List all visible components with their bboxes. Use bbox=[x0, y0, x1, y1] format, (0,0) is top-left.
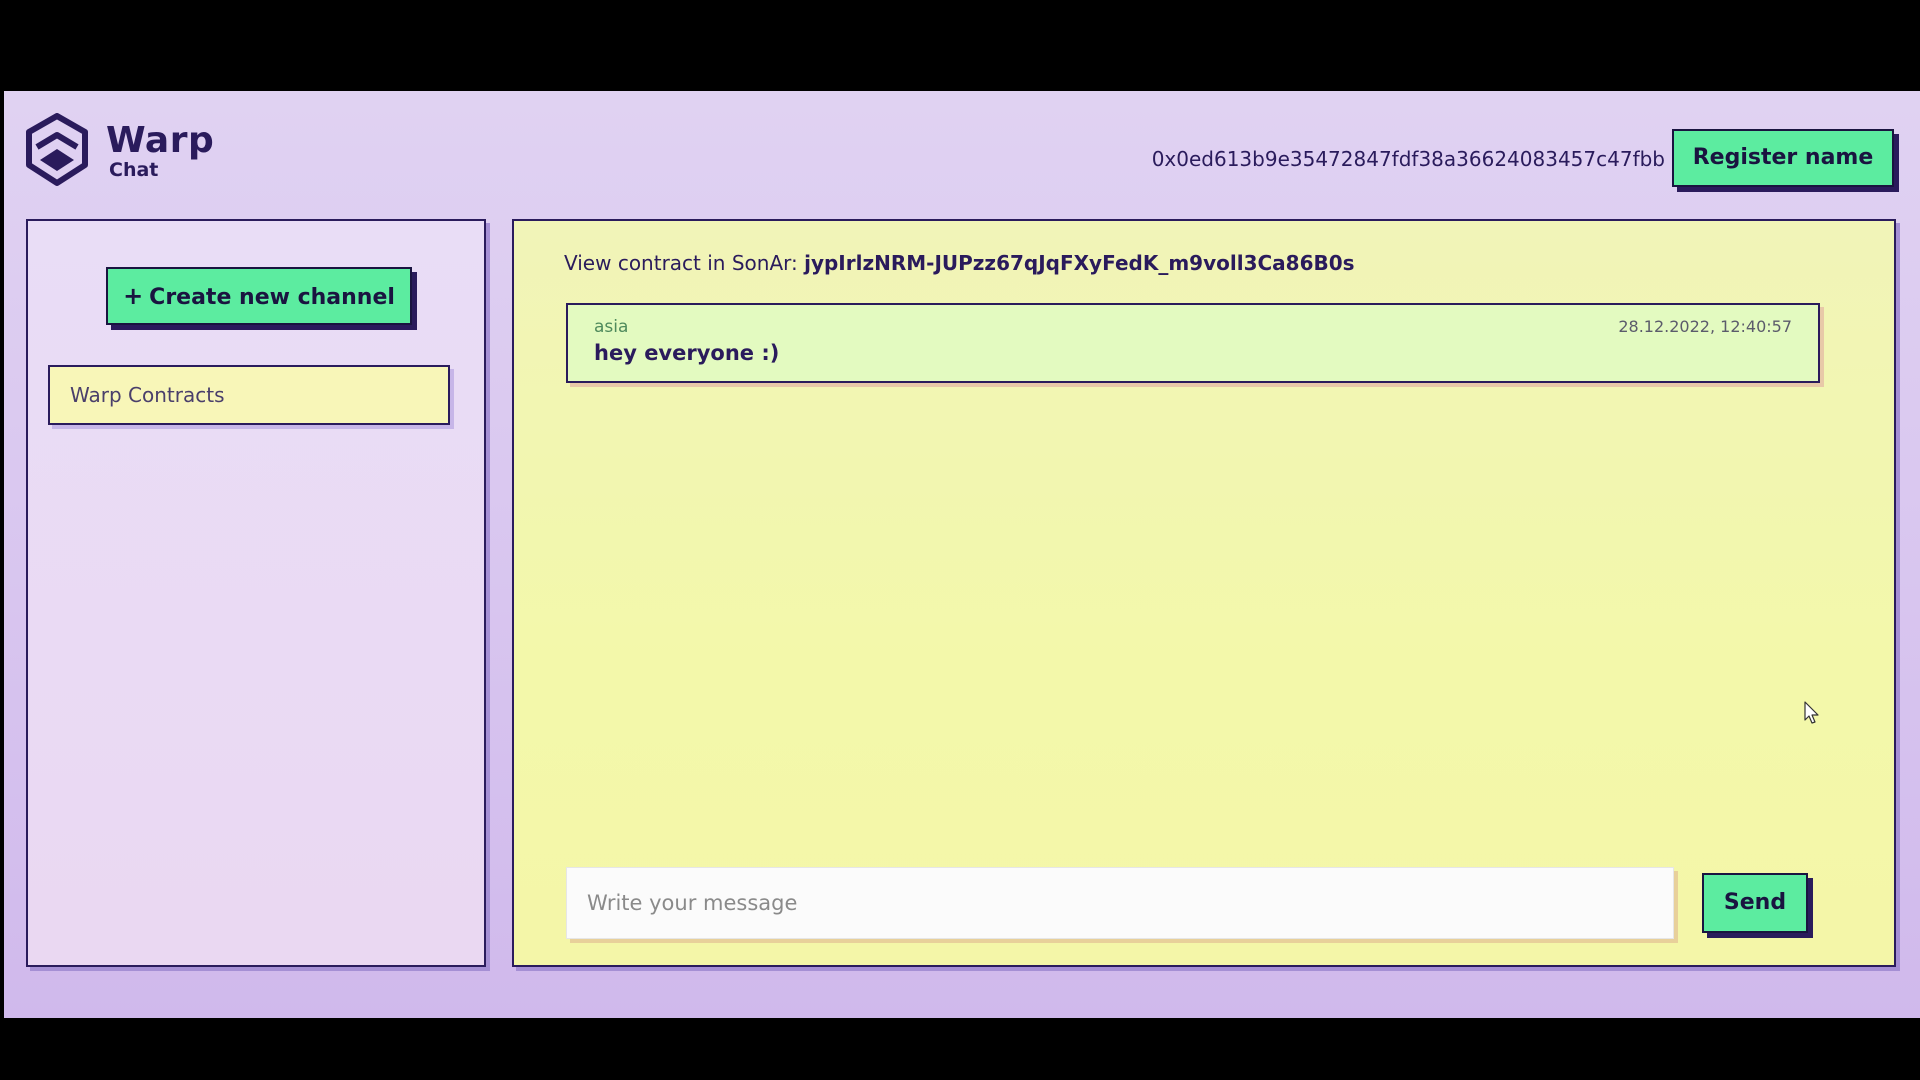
wallet-address: 0x0ed613b9e35472847fdf38a36624083457c47f… bbox=[1151, 147, 1665, 171]
contract-prefix: View contract in SonAr: bbox=[564, 251, 798, 275]
send-button[interactable]: Send bbox=[1702, 873, 1808, 933]
create-channel-label: Create new channel bbox=[149, 285, 395, 310]
mouse-pointer-icon bbox=[1804, 701, 1819, 724]
contract-link-row: View contract in SonAr: jypIrlzNRM-JUPzz… bbox=[564, 251, 1355, 275]
contract-id-link[interactable]: jypIrlzNRM-JUPzz67qJqFXyFedK_m9voll3Ca86… bbox=[804, 251, 1354, 275]
channel-item[interactable]: Warp Contracts bbox=[48, 365, 450, 425]
message-timestamp: 28.12.2022, 12:40:57 bbox=[1618, 317, 1792, 336]
letterbox-top bbox=[0, 0, 1920, 91]
message-input[interactable] bbox=[566, 867, 1674, 939]
message-author: asia bbox=[594, 317, 629, 337]
message-text: hey everyone :) bbox=[594, 341, 780, 365]
plus-icon: + bbox=[123, 282, 144, 310]
app-logo[interactable]: Warp Chat bbox=[24, 113, 224, 189]
channel-sidebar: + Create new channel Warp Contracts bbox=[26, 219, 486, 967]
chat-message: asia 28.12.2022, 12:40:57 hey everyone :… bbox=[566, 303, 1820, 383]
letterbox-bottom bbox=[0, 1018, 1920, 1080]
chat-panel: View contract in SonAr: jypIrlzNRM-JUPzz… bbox=[512, 219, 1896, 967]
logo-title: Warp bbox=[106, 119, 215, 161]
warp-logo-icon bbox=[26, 113, 88, 186]
logo-text: Warp Chat bbox=[106, 119, 215, 181]
register-name-button[interactable]: Register name bbox=[1672, 129, 1894, 187]
logo-subtitle: Chat bbox=[109, 158, 159, 181]
app-window: Warp Chat 0x0ed613b9e35472847fdf38a36624… bbox=[4, 91, 1920, 1018]
create-channel-button[interactable]: + Create new channel bbox=[106, 267, 412, 325]
